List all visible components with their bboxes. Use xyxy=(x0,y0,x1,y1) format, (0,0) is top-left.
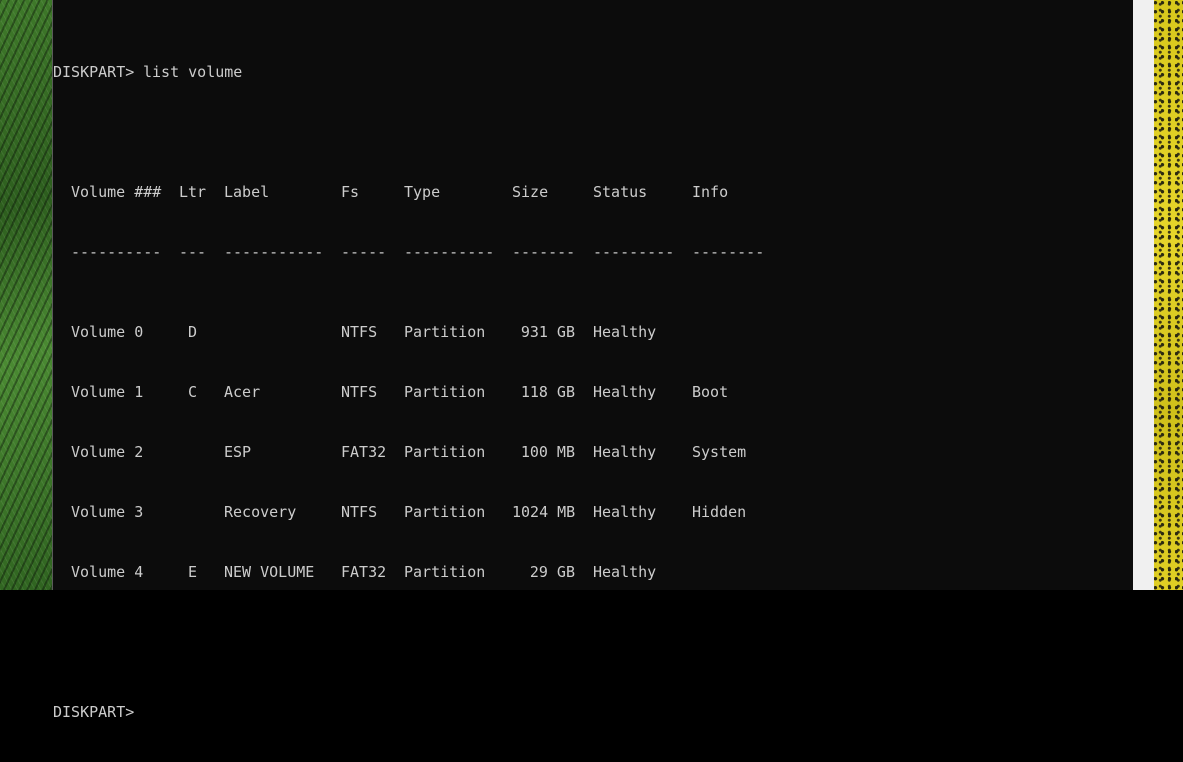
cell-fs: FAT32 xyxy=(341,563,387,581)
separator-ltr: --- xyxy=(179,243,207,261)
cell-volume: Volume 1 xyxy=(71,383,144,401)
cell-type: Partition xyxy=(404,503,486,521)
header-status: Status xyxy=(593,183,648,201)
cell-size: 1024 MB xyxy=(512,503,576,521)
separator-info: -------- xyxy=(692,243,765,261)
separator-fs: ----- xyxy=(341,243,387,261)
cell-fs: NTFS xyxy=(341,383,378,401)
cell-type: Partition xyxy=(404,323,486,341)
cell-status: Healthy xyxy=(593,503,657,521)
cell-type: Partition xyxy=(404,383,486,401)
header-info: Info xyxy=(692,183,729,201)
cell-type: Partition xyxy=(404,563,486,581)
scrollbar-track[interactable] xyxy=(1133,0,1154,590)
cell-info: Hidden xyxy=(692,503,747,521)
cell-label: Recovery xyxy=(224,503,297,521)
cell-label: NEW VOLUME xyxy=(224,563,315,581)
cell-size: 29 GB xyxy=(529,563,575,581)
command-text: list volume xyxy=(143,63,243,81)
cell-label: ESP xyxy=(224,443,252,461)
cell-status: Healthy xyxy=(593,383,657,401)
table-separator: ---------- --- ----------- ----- -------… xyxy=(53,242,764,262)
prompt: DISKPART> xyxy=(53,703,135,721)
header-size: Size xyxy=(512,183,549,201)
desktop-wallpaper-right xyxy=(1154,0,1183,590)
command-line: DISKPART> list volume xyxy=(53,62,242,82)
table-row: Volume 2 ESP FAT32 Partition 100 MB Heal… xyxy=(53,442,746,462)
table-row: Volume 3 Recovery NTFS Partition 1024 MB… xyxy=(53,502,746,522)
prompt: DISKPART> xyxy=(53,63,144,81)
cell-fs: FAT32 xyxy=(341,443,387,461)
cell-info: Boot xyxy=(692,383,729,401)
table-row: Volume 1 C Acer NTFS Partition 118 GB He… xyxy=(53,382,728,402)
separator-volume: ---------- xyxy=(71,243,162,261)
cell-volume: Volume 0 xyxy=(71,323,144,341)
separator-size: ------- xyxy=(512,243,576,261)
cell-info: System xyxy=(692,443,747,461)
terminal-output: DISKPART> list volume Volume ### Ltr Lab… xyxy=(53,22,764,742)
cell-type: Partition xyxy=(404,443,486,461)
desktop-wallpaper-left xyxy=(0,0,52,590)
cell-volume: Volume 2 xyxy=(71,443,144,461)
header-fs: Fs xyxy=(341,183,360,201)
separator-status: --------- xyxy=(593,243,675,261)
table-row: Volume 4 E NEW VOLUME FAT32 Partition 29… xyxy=(53,562,656,582)
cell-status: Healthy xyxy=(593,323,657,341)
cell-label: Acer xyxy=(224,383,261,401)
separator-type: ---------- xyxy=(404,243,495,261)
header-label: Label xyxy=(224,183,270,201)
cell-ltr: E xyxy=(188,563,198,581)
cell-ltr: C xyxy=(188,383,198,401)
cell-status: Healthy xyxy=(593,443,657,461)
cell-status: Healthy xyxy=(593,563,657,581)
cell-ltr: D xyxy=(188,323,198,341)
cell-fs: NTFS xyxy=(341,503,378,521)
cell-volume: Volume 4 xyxy=(71,563,144,581)
cell-volume: Volume 3 xyxy=(71,503,144,521)
cell-size: 931 GB xyxy=(520,323,575,341)
header-type: Type xyxy=(404,183,441,201)
header-ltr: Ltr xyxy=(179,183,207,201)
table-row: Volume 0 D NTFS Partition 931 GB Healthy xyxy=(53,322,656,342)
cell-size: 100 MB xyxy=(520,443,575,461)
header-volume: Volume ### xyxy=(71,183,162,201)
cell-size: 118 GB xyxy=(520,383,575,401)
prompt-line[interactable]: DISKPART> xyxy=(53,702,134,722)
cell-fs: NTFS xyxy=(341,323,378,341)
separator-label: ----------- xyxy=(224,243,324,261)
table-header: Volume ### Ltr Label Fs Type Size Status… xyxy=(53,182,728,202)
